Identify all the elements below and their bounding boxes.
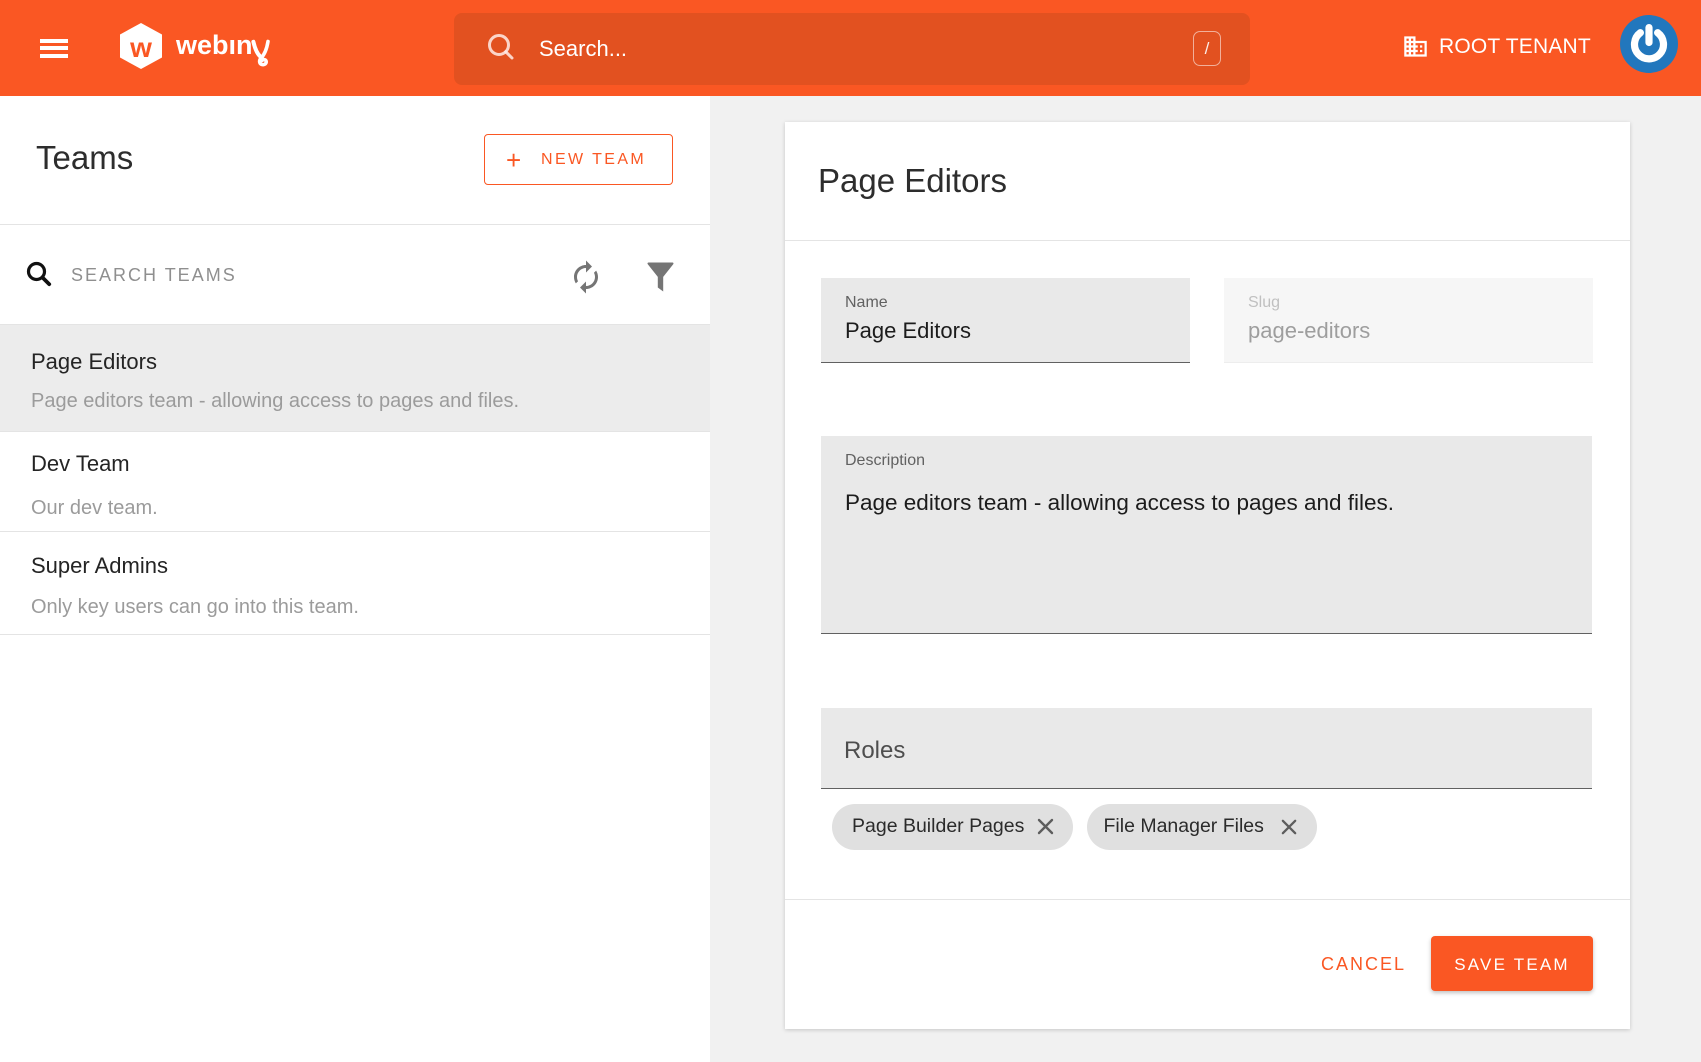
svg-text:w: w bbox=[129, 32, 152, 63]
